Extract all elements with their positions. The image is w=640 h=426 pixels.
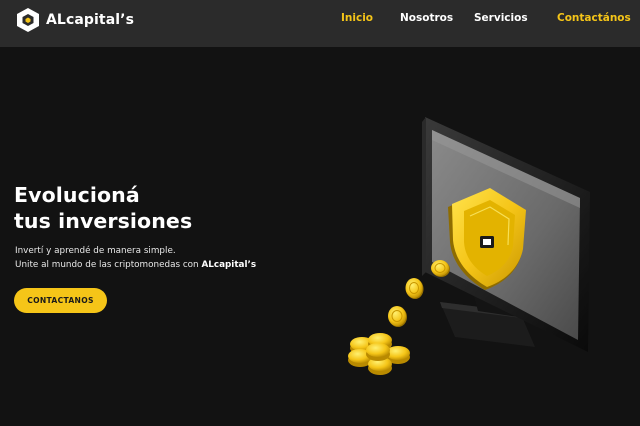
coin-icon xyxy=(348,260,450,375)
nav-item-nosotros[interactable]: Nosotros xyxy=(400,12,453,24)
hero-title-line-1: Evolucioná xyxy=(14,183,140,207)
hero-title-line-2: tus inversiones xyxy=(14,209,193,233)
hero-description-brand: ALcapital’s xyxy=(201,260,257,270)
brand-logo[interactable]: ALcapital’s xyxy=(16,7,134,33)
nav-item-inicio[interactable]: Inicio xyxy=(341,12,373,24)
monitor-security-illustration xyxy=(348,117,590,375)
hero-description-line-2: Unite al mundo de las criptomonedas con … xyxy=(15,258,335,272)
navbar: ALcapital’s Inicio Nosotros Servicios Co… xyxy=(0,0,640,47)
hero-description-text: Unite al mundo de las criptomonedas con xyxy=(15,260,199,270)
hero-description: Invertí y aprendé de manera simple. Unit… xyxy=(15,244,335,272)
nav-item-servicios[interactable]: Servicios xyxy=(474,12,528,24)
hero-title: Evolucioná tus inversiones xyxy=(14,182,314,234)
hero-description-line-1: Invertí y aprendé de manera simple. xyxy=(15,246,176,256)
hero-illustration xyxy=(340,112,600,382)
contact-cta-button[interactable]: CONTACTANOS xyxy=(14,288,107,313)
nav-item-contactanos[interactable]: Contactános xyxy=(557,12,631,24)
hexagon-logo-icon xyxy=(16,7,40,33)
brand-name: ALcapital’s xyxy=(46,12,135,28)
